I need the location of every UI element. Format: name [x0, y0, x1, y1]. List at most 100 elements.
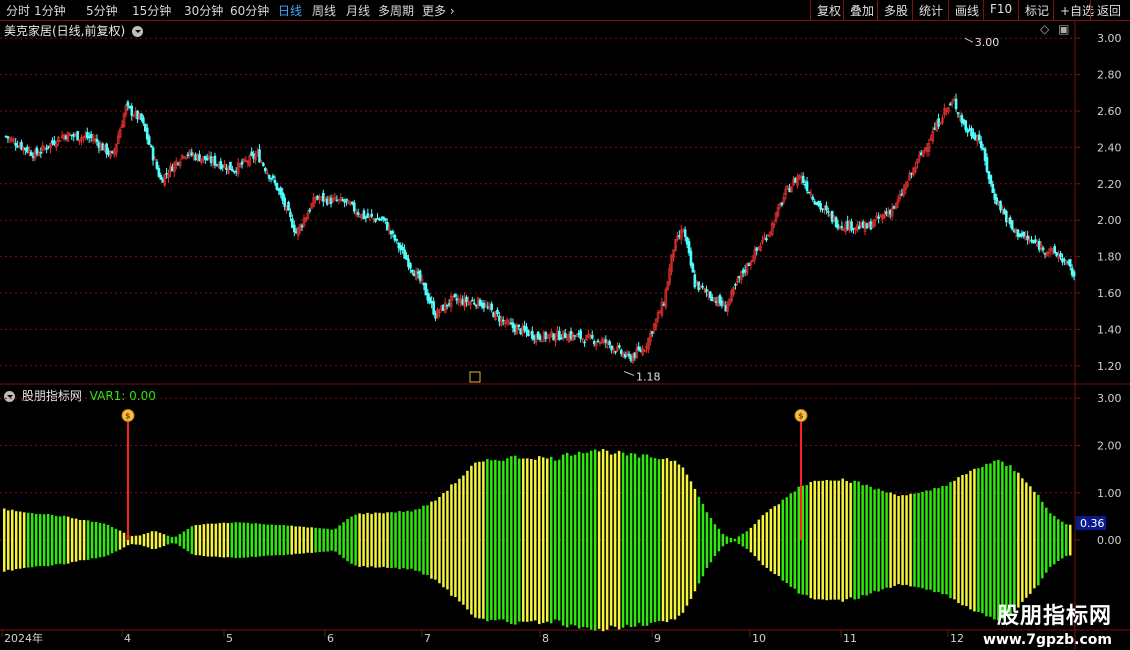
histogram-bar	[657, 459, 661, 621]
candle-body	[14, 142, 17, 146]
histogram-bar	[973, 468, 976, 612]
histogram-bar	[318, 528, 321, 552]
histogram-bar	[941, 486, 944, 595]
candle-body	[262, 163, 265, 167]
candle-body	[623, 354, 627, 358]
candle-body	[267, 174, 271, 179]
histogram-bar	[1069, 524, 1072, 556]
histogram-bar	[106, 524, 110, 556]
histogram-bar	[366, 512, 369, 568]
candle-body	[383, 217, 387, 221]
candle-body	[560, 337, 563, 340]
histogram-bar	[338, 525, 341, 555]
histogram-bar	[773, 506, 777, 575]
candle-body	[29, 151, 33, 156]
histogram-bar	[462, 475, 465, 605]
candle-body	[258, 149, 261, 163]
candle-body	[517, 324, 521, 328]
low-marker-label: 1.18	[636, 370, 661, 383]
histogram-bar	[246, 522, 250, 558]
histogram-bar	[937, 488, 940, 593]
histogram-bar	[561, 454, 565, 626]
candle-body	[155, 161, 159, 169]
histogram-bar	[549, 456, 553, 624]
candle-body	[356, 212, 360, 215]
histogram-bar	[829, 480, 832, 600]
price-tick-label: 1.40	[1097, 323, 1122, 336]
histogram-bar	[697, 496, 701, 584]
candle-body	[445, 304, 449, 307]
histogram-bar	[414, 509, 417, 571]
histogram-bar	[913, 493, 916, 587]
histogram-bar	[402, 512, 405, 569]
time-label: 7	[424, 632, 431, 645]
histogram-bar	[146, 532, 150, 548]
candle-body	[89, 133, 93, 138]
histogram-bar	[122, 532, 126, 548]
histogram-bar	[422, 505, 425, 575]
histogram-bar	[885, 492, 888, 588]
candle-body	[496, 309, 499, 315]
histogram-bar	[490, 460, 493, 620]
candle-body	[691, 263, 695, 273]
histogram-bar	[450, 484, 453, 596]
candle-body	[287, 202, 290, 211]
histogram-bar	[541, 457, 545, 623]
histogram-bar	[733, 538, 737, 542]
histogram-bar	[278, 525, 281, 556]
candle-body	[801, 175, 805, 183]
histogram-bar	[745, 531, 749, 549]
candle-body	[827, 211, 830, 213]
histogram-bar	[70, 518, 74, 563]
histogram-bar	[577, 451, 581, 629]
histogram-bar	[1021, 478, 1024, 602]
histogram-bar	[893, 494, 896, 586]
histogram-bar	[793, 491, 797, 589]
histogram-bar	[230, 522, 234, 558]
candle-body	[395, 239, 399, 241]
histogram-bar	[989, 463, 992, 617]
histogram-bar	[977, 468, 980, 613]
candle-body	[819, 203, 822, 210]
candle-body	[293, 224, 296, 233]
histogram-bar	[406, 510, 409, 570]
histogram-bar	[238, 522, 242, 558]
histogram-bar	[1009, 465, 1012, 616]
histogram-bar	[797, 486, 801, 594]
histogram-bar	[30, 513, 34, 568]
histogram-bar	[98, 522, 102, 558]
histogram-bar	[645, 454, 649, 626]
histogram-bar	[410, 511, 413, 569]
histogram-bars	[3, 449, 1072, 632]
histogram-bar	[470, 465, 473, 615]
histogram-bar	[637, 457, 641, 623]
histogram-bar	[298, 526, 301, 554]
histogram-bar	[629, 453, 633, 628]
histogram-bar	[709, 518, 713, 563]
histogram-bar	[601, 449, 605, 632]
chart-canvas[interactable]: 3.00 2.80 2.60 2.40 2.20 2.00 1.80 1.60 1.40 1.20…	[0, 0, 1130, 650]
histogram-bar	[170, 536, 174, 544]
histogram-bar	[617, 450, 621, 630]
histogram-bar	[1057, 519, 1060, 561]
histogram-bar	[358, 513, 361, 567]
histogram-bar	[621, 452, 625, 628]
histogram-bar	[234, 522, 238, 559]
candle-body	[619, 349, 623, 355]
histogram-bar	[250, 523, 254, 557]
histogram-bar	[609, 454, 613, 626]
money-bag-glyph: $	[125, 411, 131, 420]
histogram-bar	[861, 485, 864, 596]
histogram-bar	[889, 492, 892, 588]
histogram-bar	[717, 528, 721, 552]
histogram-bar	[881, 490, 884, 590]
histogram-bar	[777, 504, 781, 576]
histogram-bar	[593, 449, 597, 631]
candle-body	[579, 330, 582, 339]
histogram-bar	[242, 522, 246, 558]
candle-body	[418, 270, 422, 281]
histogram-bar	[813, 480, 816, 600]
price-tick-label: 1.80	[1097, 251, 1122, 264]
histogram-bar	[518, 458, 521, 622]
histogram-bar	[294, 526, 297, 554]
